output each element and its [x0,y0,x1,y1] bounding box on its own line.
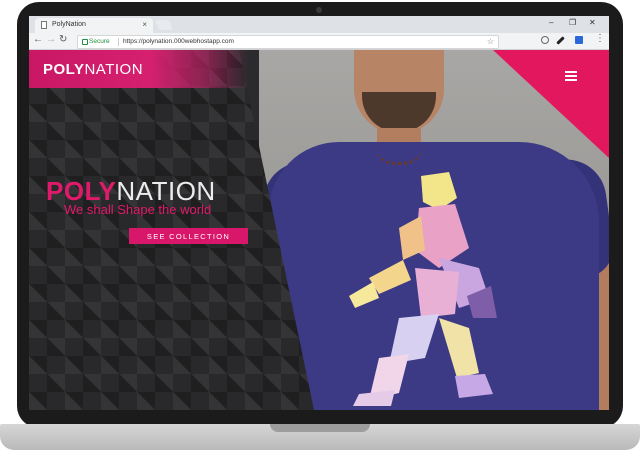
divider [118,38,119,46]
tab-close-icon[interactable]: × [142,20,147,29]
extension-icon[interactable] [575,36,583,44]
hamburger-menu-icon[interactable] [565,71,577,81]
back-arrow-icon[interactable]: ← [33,34,43,45]
pen-extension-icon[interactable] [556,36,565,45]
hero-tagline: We shall Shape the world [64,202,212,217]
new-tab-button[interactable] [155,20,173,30]
webcam-icon [316,7,322,13]
browser-window: PolyNation × – ❐ ✕ ← → ↻ Secure https://… [29,16,609,410]
browser-toolbar: ← → ↻ Secure https://polynation.000webho… [29,33,609,50]
logo-bold-text: POLY [43,61,85,78]
browser-tab[interactable]: PolyNation × [35,18,153,33]
secure-label: Secure [89,38,110,45]
site-logo[interactable]: POLYNATION [43,61,143,78]
address-bar[interactable]: Secure https://polynation.000webhostapp.… [77,35,499,49]
hero-title: POLYNATION [46,178,216,204]
minimize-button[interactable]: – [549,18,553,27]
block-extension-icon[interactable] [541,36,549,44]
lock-icon [82,39,88,45]
page-icon [41,21,47,29]
menu-dots-icon[interactable]: ⋮ [595,33,605,44]
site-viewport: POLYNATION POLYNATION We shall Shape the… [29,50,609,410]
maximize-button[interactable]: ❐ [569,18,576,27]
see-collection-button[interactable]: SEE COLLECTION [129,228,248,244]
reload-icon[interactable]: ↻ [59,34,67,45]
site-header: POLYNATION [29,50,249,88]
laptop-base-notch [270,424,370,432]
logo-light-text: NATION [84,61,144,78]
bookmark-star-icon[interactable]: ☆ [487,36,494,48]
close-window-button[interactable]: ✕ [589,18,596,27]
forward-arrow-icon[interactable]: → [46,34,56,45]
low-poly-footballer-graphic [349,172,497,406]
title-bar: PolyNation × – ❐ ✕ [29,16,609,33]
url-text[interactable]: https://polynation.000webhostapp.com [123,36,234,48]
tab-title: PolyNation [52,21,86,28]
